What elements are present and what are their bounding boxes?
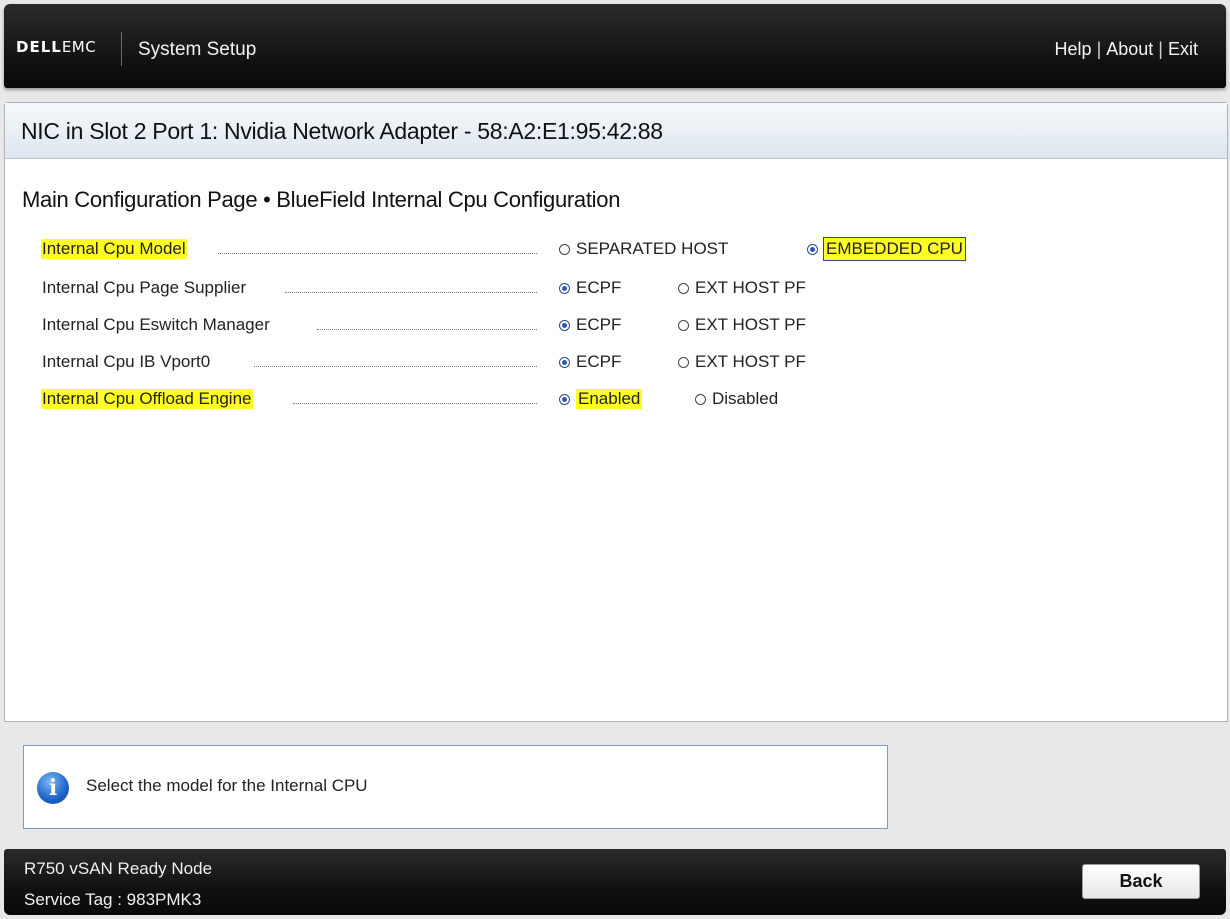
help-box: i Select the model for the Internal CPU (23, 745, 888, 829)
bottom-bar: R750 vSAN Ready Node Service Tag : 983PM… (4, 849, 1226, 915)
setting-label[interactable]: Internal Cpu Offload Engine (41, 389, 253, 409)
dotted-leader (285, 292, 537, 293)
setting-row: Internal Cpu IB Vport0 ECPF EXT HOST PF (41, 350, 1041, 376)
radio-option[interactable]: EXT HOST PF (678, 350, 806, 374)
radio-unselected-icon[interactable] (678, 282, 689, 294)
setting-row: Internal Cpu Eswitch Manager ECPF EXT HOST… (41, 313, 1041, 339)
dell-emc-logo: DELLEMC (16, 38, 97, 56)
radio-option-label: EXT HOST PF (695, 278, 806, 297)
radio-option-label: EXT HOST PF (695, 315, 806, 334)
radio-option[interactable]: SEPARATED HOST (559, 237, 728, 261)
radio-unselected-icon[interactable] (559, 243, 570, 255)
radio-option-label: EMBEDDED CPU (823, 237, 966, 261)
setting-label[interactable]: Internal Cpu IB Vport0 (41, 352, 211, 372)
setting-row: Internal Cpu Offload Engine Enabled Disabl… (41, 387, 1041, 413)
setting-row: Internal Cpu Page Supplier ECPF EXT HOST P… (41, 276, 1041, 302)
top-bar: DELLEMC System Setup Help | About | Exit (4, 4, 1226, 88)
dotted-leader (218, 253, 537, 254)
radio-option-label: EXT HOST PF (695, 352, 806, 371)
radio-option-label: ECPF (576, 315, 622, 334)
radio-option[interactable]: EMBEDDED CPU (807, 237, 966, 261)
radio-selected-icon[interactable] (559, 356, 570, 368)
about-link[interactable]: About (1106, 39, 1153, 59)
radio-selected-icon[interactable] (559, 319, 570, 331)
header-divider (121, 32, 122, 66)
setting-label[interactable]: Internal Cpu Page Supplier (41, 278, 247, 298)
setting-row: Internal Cpu Model SEPARATED HOST EMBEDDED… (41, 237, 1041, 263)
main-panel: NIC in Slot 2 Port 1: Nvidia Network Ada… (4, 102, 1228, 722)
system-model: R750 vSAN Ready Node (24, 859, 213, 878)
radio-option-label: Enabled (576, 389, 643, 409)
setting-label[interactable]: Internal Cpu Model (41, 239, 187, 259)
panel-header: NIC in Slot 2 Port 1: Nvidia Network Ada… (5, 103, 1227, 159)
header-links: Help | About | Exit (1054, 39, 1198, 59)
app-title: System Setup (138, 39, 257, 60)
radio-unselected-icon[interactable] (678, 319, 689, 331)
help-text: Select the model for the Internal CPU (86, 776, 368, 795)
setting-label[interactable]: Internal Cpu Eswitch Manager (41, 315, 271, 335)
panel-title: NIC in Slot 2 Port 1: Nvidia Network Ada… (21, 118, 663, 144)
radio-option[interactable]: EXT HOST PF (678, 313, 806, 337)
dotted-leader (293, 403, 537, 404)
radio-option[interactable]: Enabled (559, 387, 643, 411)
radio-selected-icon[interactable] (807, 243, 818, 255)
exit-link[interactable]: Exit (1168, 39, 1198, 59)
service-tag: Service Tag : 983PMK3 (24, 890, 202, 909)
page-title: Main Configuration Page • BlueField Inte… (22, 187, 621, 212)
radio-option-label: Disabled (712, 389, 779, 408)
radio-option[interactable]: EXT HOST PF (678, 276, 806, 300)
radio-option-label: ECPF (576, 352, 622, 371)
radio-option[interactable]: ECPF (559, 276, 621, 300)
radio-unselected-icon[interactable] (695, 393, 706, 405)
radio-option-label: SEPARATED HOST (576, 239, 729, 258)
radio-option[interactable]: ECPF (559, 313, 621, 337)
radio-option[interactable]: Disabled (695, 387, 778, 411)
back-button[interactable]: Back (1082, 864, 1200, 899)
radio-unselected-icon[interactable] (678, 356, 689, 368)
radio-selected-icon[interactable] (559, 282, 570, 294)
radio-selected-icon[interactable] (559, 393, 570, 405)
dotted-leader (317, 329, 537, 330)
radio-option-label: ECPF (576, 278, 622, 297)
radio-option[interactable]: ECPF (559, 350, 621, 374)
help-link[interactable]: Help (1055, 39, 1092, 59)
info-icon: i (37, 772, 69, 804)
dotted-leader (254, 366, 537, 367)
